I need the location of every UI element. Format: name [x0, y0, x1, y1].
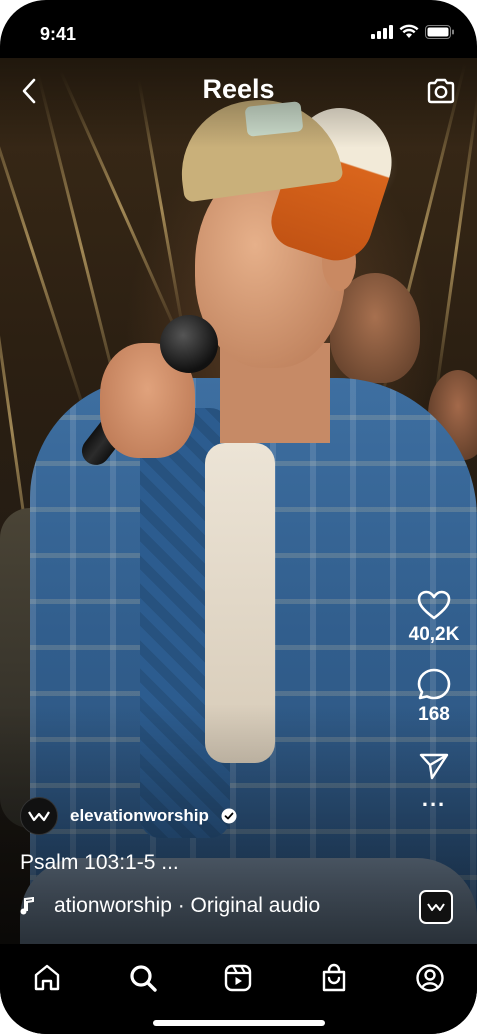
camera-button[interactable] [423, 74, 459, 108]
comment-icon [417, 668, 451, 700]
username[interactable]: elevationworship [70, 806, 209, 826]
audio-row[interactable]: ationworship · Original audio [20, 894, 380, 918]
top-gradient [0, 58, 477, 148]
notch [118, 0, 360, 42]
search-icon [130, 965, 157, 992]
audio-label: ationworship · Original audio [54, 894, 321, 917]
comment-count: 168 [418, 704, 450, 725]
comment-button[interactable]: 168 [417, 668, 451, 726]
like-count: 40,2K [408, 624, 460, 645]
reels-icon [224, 964, 252, 992]
caption-text[interactable]: Psalm 103:1-5 ... [20, 851, 179, 875]
verified-badge-icon [221, 808, 237, 824]
wifi-icon [399, 24, 419, 38]
chevron-left-icon [22, 78, 36, 104]
cellular-signal-icon [371, 24, 393, 39]
battery-icon [425, 24, 454, 39]
nav-shop[interactable] [314, 958, 354, 998]
status-icons [371, 24, 455, 39]
elevation-logo-icon [28, 811, 50, 822]
camera-icon [427, 78, 455, 104]
home-indicator[interactable] [153, 1020, 325, 1026]
action-bar: 40,2K 168 ... [399, 590, 469, 810]
author-row: elevationworship [20, 797, 237, 835]
status-time: 9:41 [40, 24, 77, 44]
back-button[interactable] [14, 74, 44, 108]
nav-profile[interactable] [410, 958, 450, 998]
send-icon [419, 753, 449, 780]
phone-frame: 9:41 Reels 40,2K 168 ... elevationworshi… [0, 0, 477, 1034]
microphone-head [160, 315, 218, 373]
profile-icon [416, 964, 444, 992]
like-button[interactable]: 40,2K [408, 590, 460, 646]
home-icon [34, 964, 60, 991]
share-button[interactable] [419, 752, 449, 780]
elevation-logo-icon [427, 903, 445, 911]
nav-home[interactable] [27, 958, 67, 998]
shop-icon [322, 963, 346, 992]
nav-search[interactable] [123, 958, 163, 998]
music-note-icon [20, 897, 34, 915]
avatar[interactable] [20, 797, 58, 835]
audio-thumbnail[interactable] [419, 890, 453, 924]
nav-reels[interactable] [218, 958, 258, 998]
more-options-button[interactable]: ... [422, 788, 446, 810]
heart-icon [417, 590, 451, 620]
